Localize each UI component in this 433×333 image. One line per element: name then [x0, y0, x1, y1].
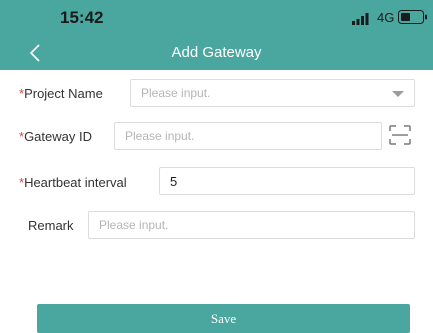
gateway-id-label: *Gateway ID [19, 129, 92, 144]
save-button[interactable]: Save [37, 304, 410, 333]
remark-label-text: Remark [28, 218, 74, 233]
battery-icon [398, 10, 427, 24]
project-name-placeholder: Please input. [141, 86, 211, 100]
status-time: 15:42 [60, 8, 104, 27]
add-gateway-page: 15:42 4G Add Gateway *Project Name Pleas… [0, 0, 433, 333]
project-name-label-text: Project Name [24, 86, 103, 101]
gateway-id-placeholder: Please input. [125, 129, 195, 143]
nav-bar: Add Gateway [0, 36, 433, 70]
remark-placeholder: Please input. [99, 218, 169, 232]
heartbeat-interval-label-text: Heartbeat interval [24, 175, 127, 190]
heartbeat-interval-input[interactable]: 5 [159, 167, 415, 195]
dropdown-arrow-icon [392, 91, 404, 97]
remark-label: Remark [28, 218, 74, 233]
heartbeat-interval-label: *Heartbeat interval [19, 175, 127, 190]
network-type: 4G [377, 10, 395, 25]
page-title: Add Gateway [171, 44, 262, 61]
heartbeat-interval-value: 5 [170, 174, 178, 189]
remark-input[interactable]: Please input. [88, 211, 415, 239]
status-bar: 15:42 4G [0, 0, 433, 36]
gateway-id-label-text: Gateway ID [24, 129, 92, 144]
signal-icon [352, 13, 369, 25]
gateway-id-input[interactable]: Please input. [114, 122, 382, 150]
project-name-select[interactable]: Please input. [130, 79, 415, 107]
project-name-label: *Project Name [19, 86, 103, 101]
scan-icon[interactable] [389, 125, 411, 145]
